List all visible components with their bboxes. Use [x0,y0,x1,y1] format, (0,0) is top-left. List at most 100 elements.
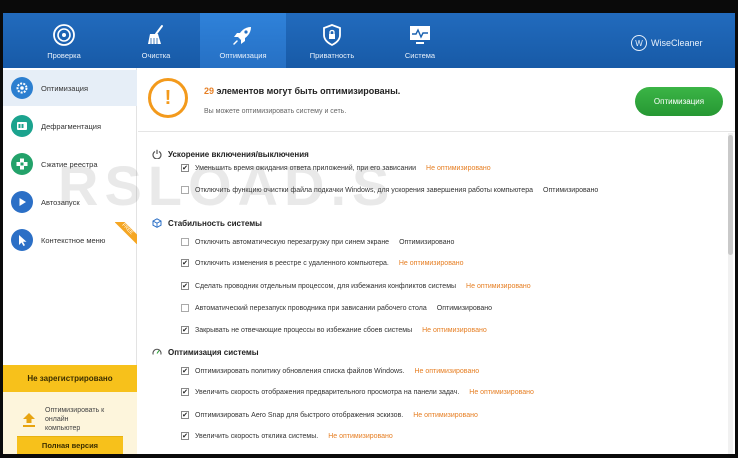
optimization-row[interactable]: Отключить функцию очистки файла подкачки… [181,184,598,196]
row-checkbox[interactable]: ✔ [181,282,189,290]
main-panel: ! 29 элементов могут быть оптимизированы… [138,68,735,454]
optimize-button[interactable]: Оптимизация [635,87,723,116]
brand-name: WiseCleaner [651,38,703,48]
upgrade-text: Оптимизировать к онлайн компьютер [45,407,105,432]
summary-title: 29 элементов могут быть оптимизированы. [204,86,401,96]
registry-cubes-icon [11,153,33,175]
tab-cleaner-label: Очистка [141,51,171,60]
row-checkbox[interactable] [181,186,189,194]
row-status: Не оптимизировано [426,164,491,172]
row-checkbox[interactable]: ✔ [181,164,189,172]
row-status: Не оптимизировано [414,367,480,375]
tab-system[interactable]: Система [377,13,463,68]
tab-optimizer-label: Оптимизация [219,51,267,60]
row-status: Оптимизировано [543,186,599,194]
row-checkbox[interactable]: ✔ [181,388,189,396]
row-status: Не оптимизировано [422,326,487,334]
wisecleaner-logo-icon: W [631,35,647,51]
row-label: Отключить изменения в реестре с удаленно… [195,259,389,267]
brand: W WiseCleaner [631,33,703,53]
row-checkbox[interactable]: ✔ [181,326,189,334]
row-label: Отключить функцию очистки файла подкачки… [195,186,533,194]
row-checkbox[interactable]: ✔ [181,432,189,440]
summary-subtitle: Вы можете оптимизировать систему и сеть. [204,108,347,115]
row-checkbox[interactable] [181,238,189,246]
section-title: Ускорение включения/выключения [168,149,309,159]
broom-icon [148,25,163,44]
scroll-thumb[interactable] [728,135,733,255]
tab-optimizer[interactable]: Оптимизация [200,13,286,68]
sidebar-item-label: Автозапуск [41,197,80,207]
section-title: Стабильность системы [168,218,262,228]
row-status: Не оптимизировано [413,411,478,419]
row-label: Автоматический перезапуск проводника при… [195,304,427,312]
section-header: Ускорение включения/выключения [152,147,309,161]
cursor-icon [11,229,33,251]
row-label: Увеличить скорость отображения предварит… [195,388,460,396]
tab-scan-label: Проверка [47,51,81,60]
optimization-row[interactable]: ✔ Оптимизировать политику обновления спис… [181,365,479,377]
sidebar-item-label: Дефрагментация [41,121,102,131]
section-header: Стабильность системы [152,216,262,230]
sidebar-item-label: Сжатие реестра [41,159,98,169]
target-icon [53,24,75,46]
optimization-row[interactable]: ✔ Оптимизировать Aero Snap для быстрого о… [181,409,478,421]
row-label: Увеличить скорость отклика системы. [195,432,319,440]
top-nav: Проверка Очистка Оптимизация Приватность… [3,13,735,68]
tab-privacy-label: Приватность [309,51,355,60]
optimization-row[interactable]: ✔ Отключить изменения в реестре с удаленн… [181,257,464,269]
sidebar-item-label: Оптимизация [41,83,89,93]
upgrade-panel: Оптимизировать к онлайн компьютер Полная… [3,392,137,454]
row-label: Оптимизировать политику обновления списк… [195,367,405,375]
row-status: Оптимизировано [436,304,493,312]
full-version-button[interactable]: Полная версия [17,436,123,454]
sidebar-item-startup[interactable]: Автозапуск [3,184,137,220]
row-label: Закрывать не отвечающие процессы во избе… [195,326,413,334]
row-status: Не оптимизировано [469,388,534,396]
section-title: Оптимизация системы [168,347,259,357]
row-checkbox[interactable]: ✔ [181,367,189,375]
row-label: Сделать проводник отдельным процессом, д… [195,282,457,290]
optimization-row[interactable]: ✔ Уменьшить время ожидания ответа приложе… [181,162,491,174]
sidebar: Оптимизация Дефрагментация Сжатие реестр… [3,68,137,454]
tab-cleaner[interactable]: Очистка [113,13,199,68]
disk-icon [11,115,33,137]
summary-header: ! 29 элементов могут быть оптимизированы… [138,68,735,132]
tab-scan[interactable]: Проверка [21,13,107,68]
row-checkbox[interactable]: ✔ [181,259,189,267]
sidebar-item-context-menu[interactable]: Контекстное меню FREE [3,222,137,258]
row-checkbox[interactable] [181,304,189,312]
optimization-row[interactable]: ✔ Увеличить скорость отображения предвари… [181,386,534,398]
sidebar-item-registry[interactable]: Сжатие реестра [3,146,137,182]
optimization-row[interactable]: Отключить автоматическую перезагрузку пр… [181,236,454,248]
screen-frame: Проверка Очистка Оптимизация Приватность… [0,0,738,458]
optimization-row[interactable]: ✔ Увеличить скорость отклика системы. Не о… [181,430,393,442]
row-label: Уменьшить время ожидания ответа приложен… [195,164,417,172]
free-badge: FREE [115,222,137,244]
rocket-icon [233,27,251,45]
row-label: Отключить автоматическую перезагрузку пр… [195,238,390,246]
play-icon [11,191,33,213]
lock-shield-icon [323,24,341,47]
tab-privacy[interactable]: Приватность [289,13,375,68]
app-window: Проверка Очистка Оптимизация Приватность… [3,13,735,454]
optimization-row[interactable]: ✔ Закрывать не отвечающие процессы во изб… [181,324,487,336]
scrollbar[interactable] [728,133,733,454]
row-checkbox[interactable]: ✔ [181,411,189,419]
issue-count: 29 [204,86,215,96]
section-header: Оптимизация системы [152,345,259,359]
upgrade-row: Оптимизировать к онлайн компьютер [21,406,125,433]
optimization-row[interactable]: Автоматический перезапуск проводника при… [181,302,492,314]
power-icon [152,149,162,159]
sidebar-item-optimization[interactable]: Оптимизация [3,70,137,106]
gear-icon [11,77,33,99]
row-status: Не оптимизировано [466,282,531,290]
row-label: Оптимизировать Aero Snap для быстрого от… [195,411,404,419]
optimization-row[interactable]: ✔ Сделать проводник отдельным процессом, … [181,280,531,292]
row-status: Оптимизировано [399,238,455,246]
row-status: Не оптимизировано [328,432,393,440]
optimization-list: Ускорение включения/выключения ✔ Уменьшить… [138,133,726,454]
speedometer-icon [152,347,162,357]
monitor-pulse-icon [410,26,430,44]
sidebar-item-defrag[interactable]: Дефрагментация [3,108,137,144]
